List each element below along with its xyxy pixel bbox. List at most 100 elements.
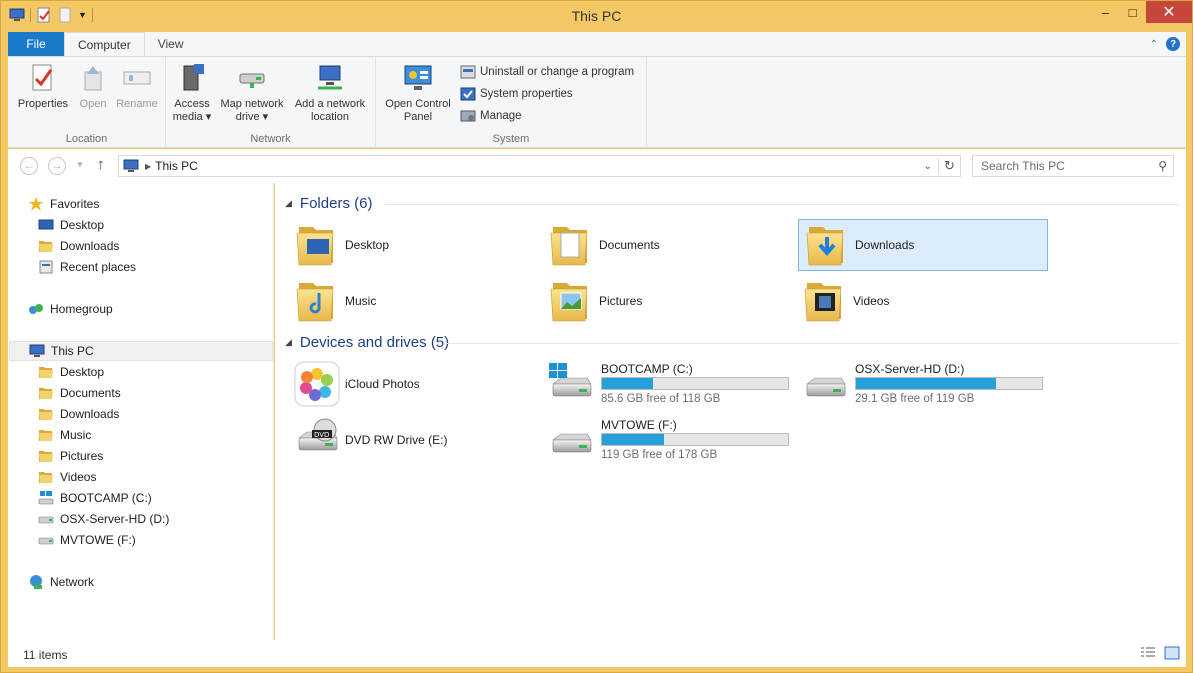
system-properties-button[interactable]: System properties bbox=[460, 85, 573, 103]
folder-name: Desktop bbox=[345, 238, 390, 252]
sidebar-item-osx-server[interactable]: OSX-Server-HD (D:) bbox=[38, 509, 169, 529]
map-drive-label-1: Map network bbox=[220, 98, 284, 110]
sidebar-item-pc-music[interactable]: Music bbox=[38, 425, 91, 445]
open-icon bbox=[84, 66, 102, 91]
dvd-drive-icon: DVD bbox=[293, 418, 341, 464]
expand-ribbon-icon[interactable]: ⌃ bbox=[1150, 39, 1158, 50]
search-placeholder: Search This PC bbox=[981, 159, 1065, 173]
sidebar-item-desktop[interactable]: Desktop bbox=[38, 215, 104, 235]
back-button[interactable]: ← bbox=[20, 157, 38, 175]
folder-tile-desktop[interactable]: Desktop bbox=[275, 219, 525, 271]
large-icons-view-icon[interactable] bbox=[1164, 646, 1180, 660]
folder-tile-videos[interactable]: Videos bbox=[783, 275, 1033, 327]
rename-icon bbox=[123, 71, 151, 85]
sidebar-item-homegroup[interactable]: Homegroup bbox=[28, 299, 113, 319]
breadcrumb-separator-icon[interactable]: ▶ bbox=[145, 162, 151, 171]
downloads-folder-icon bbox=[38, 238, 54, 254]
sidebar-item-pc-documents[interactable]: Documents bbox=[38, 383, 121, 403]
properties-button[interactable]: Properties bbox=[16, 62, 70, 111]
sidebar-label: Documents bbox=[60, 386, 121, 400]
collapse-icon[interactable]: ◢ bbox=[285, 337, 292, 348]
folders-section-header[interactable]: ◢ Folders (6) bbox=[285, 195, 372, 212]
folder-tile-downloads[interactable]: Downloads bbox=[798, 219, 1048, 271]
properties-icon bbox=[32, 64, 53, 91]
explorer-window: ▼ This PC – □ ✕ File Computer View ⌃ ? P… bbox=[0, 0, 1193, 673]
drive-usage-bar bbox=[601, 377, 789, 390]
sidebar-label: Homegroup bbox=[50, 302, 113, 316]
maximize-button[interactable]: □ bbox=[1119, 1, 1146, 23]
drive-icon bbox=[547, 418, 595, 466]
close-button[interactable]: ✕ bbox=[1146, 1, 1192, 23]
drive-tile-bootcamp[interactable]: BOOTCAMP (C:) 85.6 GB free of 118 GB bbox=[547, 360, 797, 412]
folder-tile-music[interactable]: Music bbox=[275, 275, 525, 327]
sidebar-label: BOOTCAMP (C:) bbox=[60, 491, 152, 505]
folder-icon bbox=[38, 469, 54, 485]
computer-icon bbox=[123, 159, 139, 172]
device-tile-dvd-drive[interactable]: DVD DVD RW Drive (E:) bbox=[275, 414, 525, 466]
sidebar-label: This PC bbox=[51, 344, 94, 358]
address-dropdown-icon[interactable]: ⌄ bbox=[924, 161, 932, 172]
navigation-bar: ← → ▼ ↑ ▶ This PC ⌄ ↻ Search This PC ⚲ bbox=[8, 149, 1186, 183]
group-label-network: Network bbox=[250, 133, 291, 145]
sidebar-item-bootcamp[interactable]: BOOTCAMP (C:) bbox=[38, 488, 152, 508]
group-label-system: System bbox=[492, 133, 530, 145]
sidebar-item-recent-places[interactable]: Recent places bbox=[38, 257, 136, 277]
add-location-label-2: location bbox=[311, 111, 349, 123]
open-button[interactable]: Open bbox=[74, 62, 112, 111]
breadcrumb[interactable]: This PC bbox=[155, 159, 198, 173]
rename-button[interactable]: Rename bbox=[114, 62, 160, 111]
sidebar-label: Downloads bbox=[60, 407, 120, 421]
add-network-location-button[interactable]: Add a network location bbox=[290, 62, 370, 124]
recent-locations-icon[interactable]: ▼ bbox=[76, 160, 84, 169]
tab-view[interactable]: View bbox=[145, 32, 197, 56]
search-icon[interactable]: ⚲ bbox=[1158, 159, 1167, 173]
access-media-button[interactable]: Access media ▾ bbox=[172, 62, 212, 124]
sidebar-item-favorites[interactable]: Favorites bbox=[28, 194, 99, 214]
search-input[interactable]: Search This PC ⚲ bbox=[972, 155, 1174, 177]
refresh-icon[interactable]: ↻ bbox=[938, 158, 960, 174]
star-icon bbox=[29, 197, 43, 211]
collapse-icon[interactable]: ◢ bbox=[285, 198, 292, 209]
address-bar[interactable]: ▶ This PC ⌄ ↻ bbox=[118, 155, 961, 177]
desktop-icon bbox=[38, 219, 54, 230]
drive-tile-mvtowe[interactable]: MVTOWE (F:) 119 GB free of 178 GB bbox=[547, 416, 797, 468]
uninstall-icon bbox=[460, 65, 476, 79]
up-arrow-icon[interactable]: ↑ bbox=[97, 156, 105, 173]
navigation-pane: Favorites Desktop Downloads Recent place… bbox=[8, 183, 274, 640]
minimize-button[interactable]: – bbox=[1092, 1, 1119, 23]
devices-section-header[interactable]: ◢ Devices and drives (5) bbox=[285, 334, 449, 351]
sidebar-item-pc-videos[interactable]: Videos bbox=[38, 467, 96, 487]
sidebar-item-downloads[interactable]: Downloads bbox=[38, 236, 119, 256]
system-properties-label: System properties bbox=[480, 88, 573, 100]
forward-button[interactable]: → bbox=[48, 157, 66, 175]
sidebar-item-network[interactable]: Network bbox=[28, 572, 94, 592]
map-network-drive-button[interactable]: Map network drive ▾ bbox=[216, 62, 288, 124]
sidebar-item-mvtowe[interactable]: MVTOWE (F:) bbox=[38, 530, 136, 550]
status-bar: 11 items bbox=[8, 640, 1186, 667]
device-tile-icloud-photos[interactable]: iCloud Photos bbox=[275, 358, 525, 410]
drive-tile-osx-server[interactable]: OSX-Server-HD (D:) 29.1 GB free of 119 G… bbox=[801, 360, 1051, 412]
sidebar-item-this-pc[interactable]: This PC bbox=[9, 341, 273, 361]
manage-button[interactable]: Manage bbox=[460, 107, 522, 125]
computer-icon bbox=[29, 344, 45, 357]
tab-computer[interactable]: Computer bbox=[64, 32, 145, 56]
drive-usage-fill bbox=[602, 378, 654, 389]
folder-name: Documents bbox=[599, 238, 660, 252]
control-panel-icon bbox=[404, 65, 432, 90]
folder-tile-pictures[interactable]: Pictures bbox=[529, 275, 779, 327]
folder-tile-documents[interactable]: Documents bbox=[529, 219, 779, 271]
network-icon bbox=[30, 575, 42, 589]
sidebar-item-pc-desktop[interactable]: Desktop bbox=[38, 362, 104, 382]
drive-icon bbox=[801, 362, 849, 410]
open-control-panel-button[interactable]: Open Control Panel bbox=[380, 62, 456, 124]
uninstall-label: Uninstall or change a program bbox=[480, 66, 635, 78]
access-media-label-2: media ▾ bbox=[172, 111, 212, 123]
help-icon[interactable]: ? bbox=[1166, 37, 1180, 51]
sidebar-item-pc-downloads[interactable]: Downloads bbox=[38, 404, 119, 424]
uninstall-program-button[interactable]: Uninstall or change a program bbox=[460, 63, 634, 81]
system-properties-icon bbox=[460, 87, 476, 101]
tab-file[interactable]: File bbox=[8, 32, 64, 56]
window-controls: – □ ✕ bbox=[1092, 1, 1192, 23]
sidebar-item-pc-pictures[interactable]: Pictures bbox=[38, 446, 103, 466]
details-view-icon[interactable] bbox=[1140, 646, 1156, 660]
